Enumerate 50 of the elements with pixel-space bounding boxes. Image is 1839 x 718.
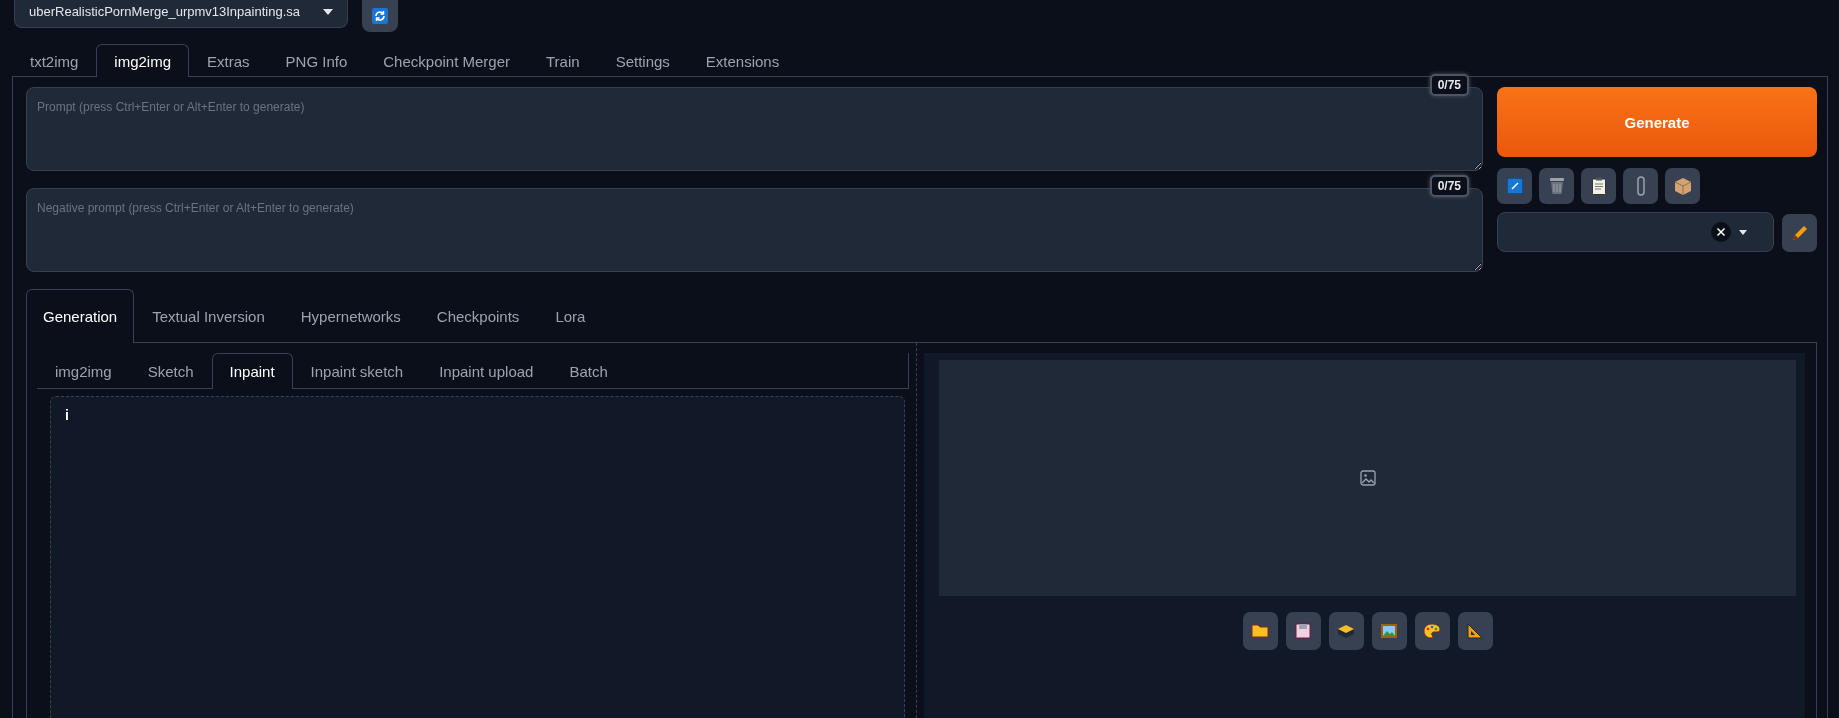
trash-button[interactable] <box>1539 168 1574 204</box>
palette-icon <box>1423 623 1441 639</box>
drawing-canvas[interactable]: i <box>50 396 905 718</box>
input-mode-tab[interactable]: Batch <box>551 353 626 389</box>
token-counter: 0/75 <box>1429 74 1469 96</box>
input-mode-tab[interactable]: Inpaint <box>211 353 293 389</box>
clear-icon[interactable] <box>1711 222 1732 242</box>
main-tab[interactable]: Settings <box>597 44 688 77</box>
main-tab[interactable]: img2img <box>96 44 190 77</box>
main-tab[interactable]: PNG Info <box>267 44 366 77</box>
folder-button[interactable] <box>1242 612 1278 650</box>
input-mode-tab[interactable]: img2img <box>37 353 130 389</box>
clipboard-button[interactable] <box>1581 168 1616 204</box>
caret-icon <box>1739 229 1748 235</box>
refresh-icon <box>372 8 388 24</box>
picture-frame-button[interactable] <box>1371 612 1407 650</box>
checkbox-tool-button[interactable] <box>1497 168 1532 204</box>
extra-networks-tab[interactable]: Checkpoints <box>418 289 538 343</box>
paperclip-button[interactable] <box>1623 168 1658 204</box>
trash-icon <box>1548 177 1565 195</box>
archive-button[interactable] <box>1328 612 1364 650</box>
image-icon <box>1359 470 1376 486</box>
box-icon <box>1337 624 1355 638</box>
input-mode-tab[interactable]: Sketch <box>129 353 212 389</box>
palette-button[interactable] <box>1414 612 1450 650</box>
main-tab[interactable]: Train <box>528 44 598 77</box>
main-tab[interactable]: Extensions <box>687 44 798 77</box>
save-button[interactable] <box>1285 612 1321 650</box>
extra-networks-tab[interactable]: Textual Inversion <box>134 289 283 343</box>
paperclip-icon <box>1636 176 1645 196</box>
clipboard-icon <box>1591 177 1606 195</box>
main-tab[interactable]: txt2img <box>12 44 97 77</box>
main-tab[interactable]: Checkpoint Merger <box>365 44 528 77</box>
input-mode-tab[interactable]: Inpaint upload <box>421 353 552 389</box>
box-button[interactable] <box>1665 168 1700 204</box>
ruler-triangle-button[interactable] <box>1457 612 1493 650</box>
model-dropdown[interactable]: uberRealisticPornMerge_urpmv13Inpainting.sa <box>14 0 348 28</box>
extra-networks-tab[interactable]: Generation <box>26 289 135 343</box>
input-mode-tab[interactable]: Inpaint sketch <box>292 353 422 389</box>
pencil-button[interactable] <box>1782 214 1817 252</box>
caret-icon <box>323 8 333 15</box>
refresh-button[interactable] <box>362 0 398 32</box>
folder-icon <box>1251 624 1269 638</box>
extra-networks-tab[interactable]: Hypernetworks <box>282 289 419 343</box>
main-tab[interactable]: Extras <box>189 44 268 77</box>
checkbox-icon <box>1506 178 1523 194</box>
extra-networks-tab[interactable]: Lora <box>537 289 604 343</box>
box-icon <box>1673 177 1692 195</box>
token-counter: 0/75 <box>1429 175 1469 197</box>
framed-picture-icon <box>1380 623 1398 639</box>
